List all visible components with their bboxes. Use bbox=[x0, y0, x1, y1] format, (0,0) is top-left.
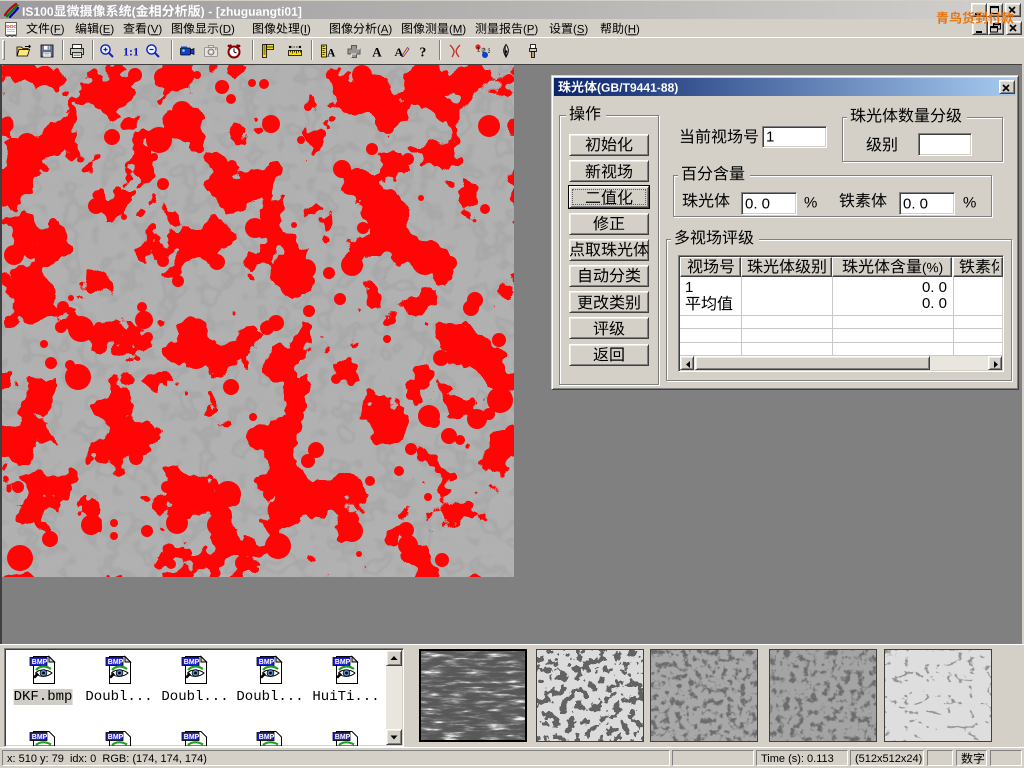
svg-text:BMP: BMP bbox=[184, 659, 200, 666]
svg-text:?: ? bbox=[420, 45, 427, 60]
svg-text:BMP: BMP bbox=[108, 659, 124, 666]
svg-text:BMP: BMP bbox=[259, 659, 275, 666]
svg-text:1:1: 1:1 bbox=[123, 45, 138, 59]
svg-text:BMP: BMP bbox=[108, 734, 124, 741]
svg-text:BMP: BMP bbox=[259, 734, 275, 741]
svg-text:DOC: DOC bbox=[6, 24, 17, 30]
svg-text:BMP: BMP bbox=[32, 659, 48, 666]
svg-text:3: 3 bbox=[488, 49, 491, 55]
svg-text:BMP: BMP bbox=[335, 659, 351, 666]
svg-text:A: A bbox=[372, 45, 382, 60]
svg-text:A: A bbox=[327, 48, 336, 60]
svg-text:BMP: BMP bbox=[184, 734, 200, 741]
svg-text:BMP: BMP bbox=[32, 734, 48, 741]
svg-text:1: 1 bbox=[477, 48, 481, 54]
svg-text:BMP: BMP bbox=[335, 734, 351, 741]
